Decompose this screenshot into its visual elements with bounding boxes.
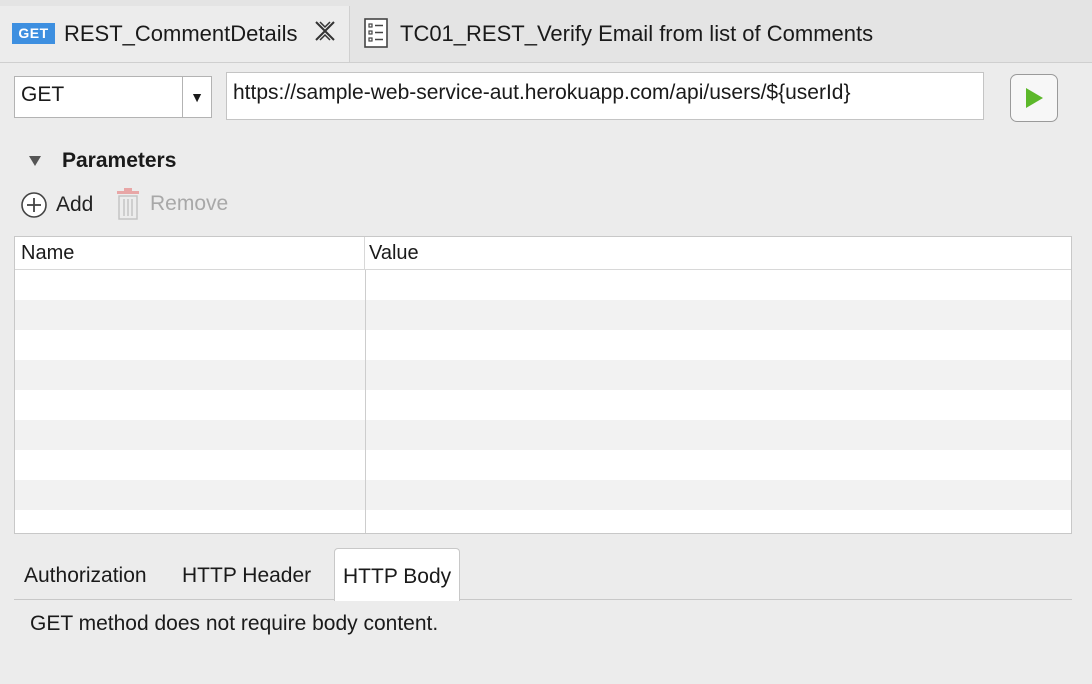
column-header-name[interactable]: Name — [15, 237, 365, 270]
table-row[interactable] — [15, 420, 1071, 450]
remove-label: Remove — [150, 192, 229, 215]
table-row[interactable] — [15, 300, 1071, 330]
method-value: GET — [21, 83, 65, 106]
tab-label: REST_CommentDetails — [64, 21, 298, 46]
parameters-title: Parameters — [62, 149, 177, 172]
body-content-message: GET method does not require body content… — [30, 612, 439, 635]
table-row[interactable] — [15, 360, 1071, 390]
column-header-value[interactable]: Value — [365, 237, 1071, 270]
add-label: Add — [56, 193, 94, 216]
table-row[interactable] — [15, 330, 1071, 360]
http-method-select[interactable]: GET ▼ — [14, 76, 212, 118]
tab-test-case[interactable]: TC01_REST_Verify Email from list of Comm… — [352, 6, 1092, 62]
parameters-table[interactable]: Name Value — [14, 236, 1072, 534]
plus-circle-icon — [21, 192, 47, 218]
run-request-button[interactable] — [1010, 74, 1058, 122]
collapse-triangle-icon[interactable] — [28, 154, 42, 168]
play-icon — [1026, 88, 1043, 108]
tab-http-header[interactable]: HTTP Header — [182, 554, 311, 600]
dropdown-arrow-icon[interactable]: ▼ — [182, 77, 211, 117]
close-icon[interactable] — [312, 18, 338, 44]
remove-parameter-button[interactable]: Remove — [116, 188, 228, 220]
table-row[interactable] — [15, 390, 1071, 420]
trash-icon — [117, 188, 139, 220]
url-input[interactable]: https://sample-web-service-aut.herokuapp… — [226, 72, 984, 120]
table-row[interactable] — [15, 480, 1071, 510]
table-row[interactable] — [15, 510, 1071, 533]
request-detail-tabs: Authorization HTTP Header HTTP Body — [14, 548, 1072, 601]
editor-tab-bar: GET REST_CommentDetails TC01_REST_Verify… — [0, 0, 1092, 63]
column-divider — [365, 270, 366, 533]
add-parameter-button[interactable]: Add — [20, 190, 93, 220]
table-row[interactable] — [15, 270, 1071, 300]
tab-rest-comment-details[interactable]: GET REST_CommentDetails — [0, 6, 350, 62]
test-case-icon — [364, 18, 388, 48]
table-body — [15, 270, 1071, 533]
table-row[interactable] — [15, 450, 1071, 480]
get-method-icon: GET — [12, 23, 55, 44]
tab-label: TC01_REST_Verify Email from list of Comm… — [400, 21, 874, 46]
tab-authorization[interactable]: Authorization — [24, 554, 147, 600]
tab-http-body[interactable]: HTTP Body — [334, 548, 461, 601]
